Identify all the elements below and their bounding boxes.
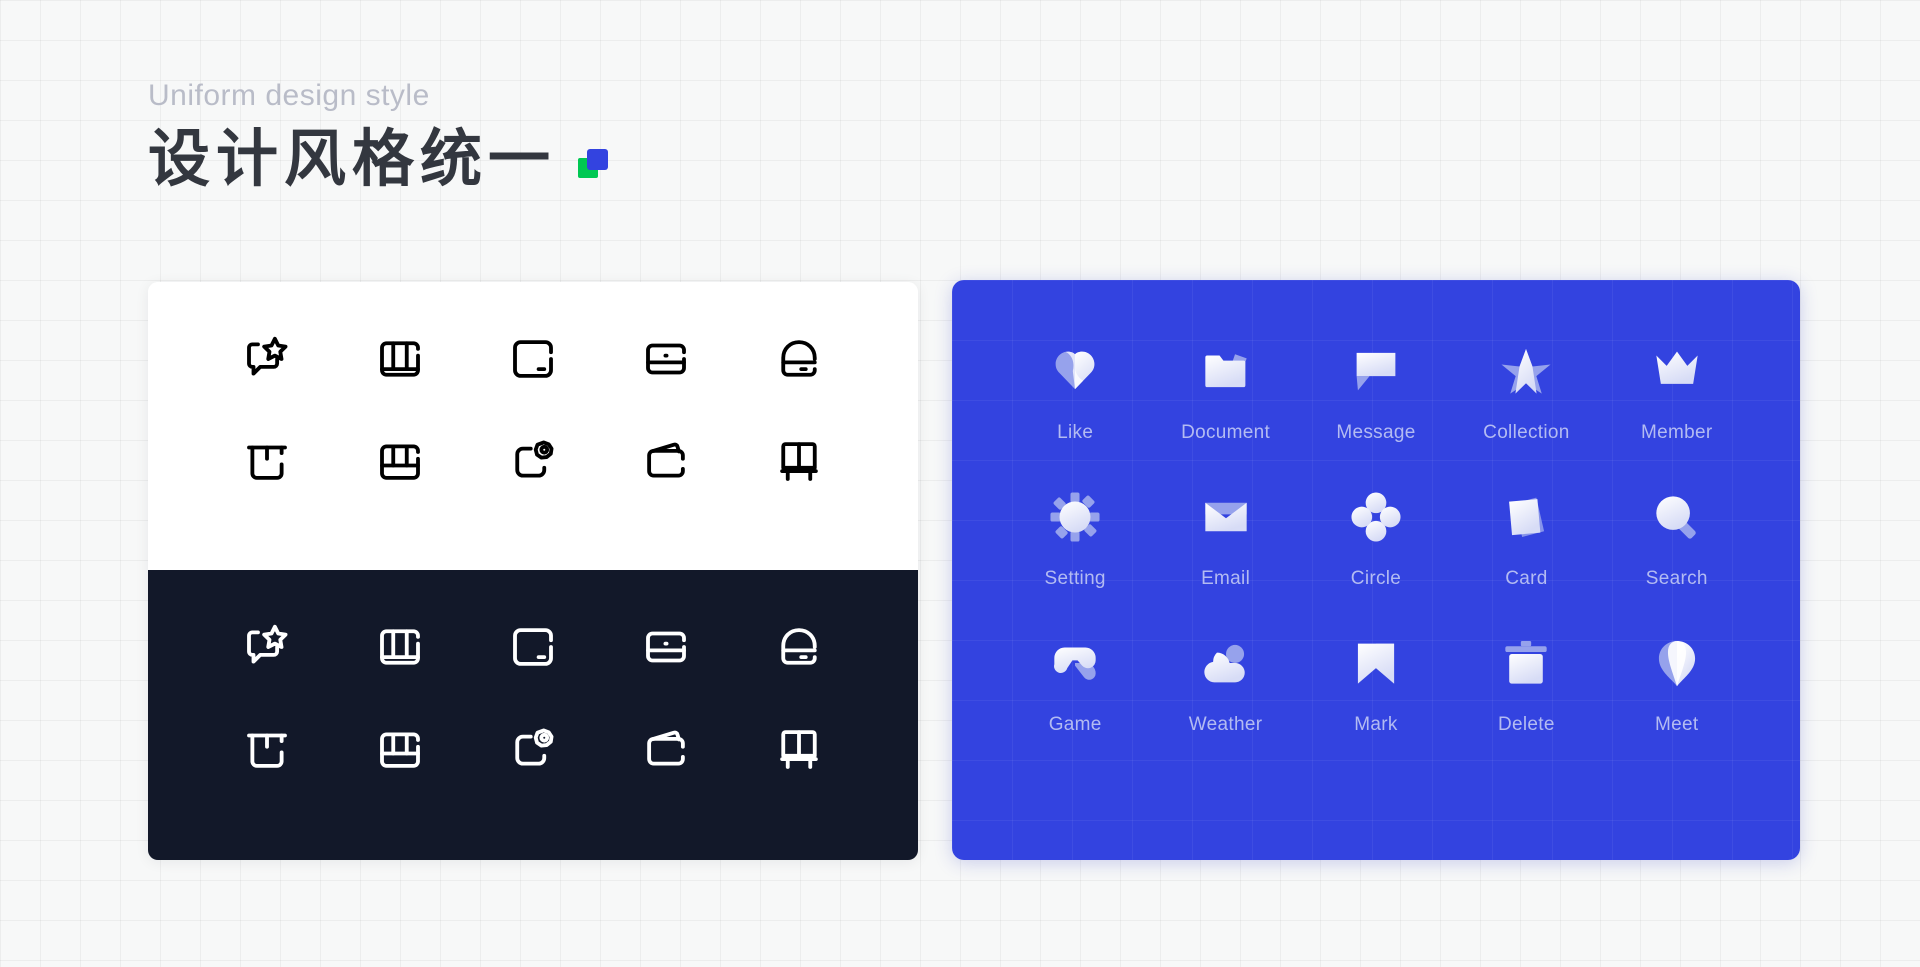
map-pin-icon bbox=[1642, 628, 1712, 698]
page-header: Uniform design style 设计风格统一 bbox=[148, 78, 609, 195]
card-split-icon[interactable] bbox=[633, 326, 699, 392]
page-title: 设计风格统一 bbox=[148, 125, 557, 194]
bookmark-icon bbox=[1341, 628, 1411, 698]
box-open-icon[interactable] bbox=[234, 428, 300, 494]
solid-icon-item[interactable]: Search bbox=[1607, 482, 1747, 590]
page-title-row: 设计风格统一 bbox=[148, 124, 609, 195]
crown-icon bbox=[1642, 336, 1712, 406]
basket-grid-icon[interactable] bbox=[367, 428, 433, 494]
solid-icon-item[interactable]: Weather bbox=[1156, 628, 1296, 736]
outline-panel-light bbox=[148, 282, 918, 570]
folder-icon bbox=[1191, 336, 1261, 406]
solid-icon-label: Collection bbox=[1483, 422, 1570, 443]
magnifier-icon bbox=[1642, 482, 1712, 552]
envelope-icon bbox=[1191, 482, 1261, 552]
star-icon bbox=[1491, 336, 1561, 406]
message-star-icon[interactable] bbox=[234, 326, 300, 392]
solid-icon-label: Setting bbox=[1044, 568, 1106, 589]
solid-icon-item[interactable]: Document bbox=[1156, 336, 1296, 444]
solid-icon-label: Message bbox=[1336, 422, 1416, 443]
brand-logo-mark bbox=[578, 149, 609, 179]
solid-icon-item[interactable]: Game bbox=[1005, 628, 1145, 736]
container-box-icon[interactable] bbox=[367, 326, 433, 392]
solid-icon-label: Meet bbox=[1655, 714, 1699, 735]
solid-icon-label: Document bbox=[1181, 422, 1271, 443]
solid-icon-label: Weather bbox=[1188, 714, 1263, 735]
trash-icon bbox=[1491, 628, 1561, 698]
outline-panel-dark bbox=[148, 570, 918, 860]
solid-icon-item[interactable]: Mark bbox=[1306, 628, 1446, 736]
solid-icon-label: Like bbox=[1057, 422, 1094, 443]
wallet-flip-icon-dark[interactable] bbox=[633, 716, 699, 782]
outline-grid-light bbox=[200, 326, 866, 494]
arch-dome-icon-dark[interactable] bbox=[766, 614, 832, 680]
solid-icon-label: Circle bbox=[1350, 568, 1402, 589]
cards-icon bbox=[1491, 482, 1561, 552]
arch-dome-icon[interactable] bbox=[766, 326, 832, 392]
solid-icon-label: Member bbox=[1641, 422, 1713, 443]
outline-grid-dark bbox=[200, 614, 866, 782]
rounded-square-dot-icon[interactable] bbox=[500, 326, 566, 392]
solid-icon-item[interactable]: Collection bbox=[1456, 336, 1596, 444]
solid-icon-showcase: Like Document Message Collection Member … bbox=[952, 280, 1800, 860]
solid-icon-label: Mark bbox=[1354, 714, 1398, 735]
logo-blue-square bbox=[587, 149, 609, 171]
outline-icon-showcase bbox=[148, 282, 918, 860]
gear-chat-icon-dark[interactable] bbox=[500, 716, 566, 782]
gear-chat-icon[interactable] bbox=[500, 428, 566, 494]
heart-icon bbox=[1040, 336, 1110, 406]
container-box-icon-dark[interactable] bbox=[367, 614, 433, 680]
solid-icon-grid: Like Document Message Collection Member … bbox=[1000, 336, 1752, 736]
clover-icon bbox=[1341, 482, 1411, 552]
page-eyebrow: Uniform design style bbox=[148, 79, 430, 112]
solid-icon-label: Email bbox=[1201, 568, 1251, 589]
cabinet-legs-icon-dark[interactable] bbox=[766, 716, 832, 782]
solid-icon-label: Search bbox=[1645, 568, 1708, 589]
cabinet-legs-icon[interactable] bbox=[766, 428, 832, 494]
solid-icon-item[interactable]: Message bbox=[1306, 336, 1446, 444]
wallet-flip-icon[interactable] bbox=[633, 428, 699, 494]
cloud-icon bbox=[1191, 628, 1261, 698]
solid-icon-label: Card bbox=[1505, 568, 1548, 589]
gear-icon bbox=[1040, 482, 1110, 552]
solid-icon-item[interactable]: Member bbox=[1607, 336, 1747, 444]
message-star-icon-dark[interactable] bbox=[234, 614, 300, 680]
solid-icon-item[interactable]: Circle bbox=[1306, 482, 1446, 590]
gamepad-icon bbox=[1040, 628, 1110, 698]
solid-icon-item[interactable]: Setting bbox=[1005, 482, 1145, 590]
box-open-icon-dark[interactable] bbox=[234, 716, 300, 782]
solid-icon-item[interactable]: Card bbox=[1456, 482, 1596, 590]
card-split-icon-dark[interactable] bbox=[633, 614, 699, 680]
solid-icon-label: Delete bbox=[1498, 714, 1555, 735]
solid-icon-item[interactable]: Like bbox=[1005, 336, 1145, 444]
solid-icon-item[interactable]: Email bbox=[1156, 482, 1296, 590]
rounded-square-dot-icon-dark[interactable] bbox=[500, 614, 566, 680]
speech-bubble-icon bbox=[1341, 336, 1411, 406]
basket-grid-icon-dark[interactable] bbox=[367, 716, 433, 782]
solid-icon-label: Game bbox=[1048, 714, 1102, 735]
solid-icon-item[interactable]: Meet bbox=[1607, 628, 1747, 736]
solid-icon-item[interactable]: Delete bbox=[1456, 628, 1596, 736]
